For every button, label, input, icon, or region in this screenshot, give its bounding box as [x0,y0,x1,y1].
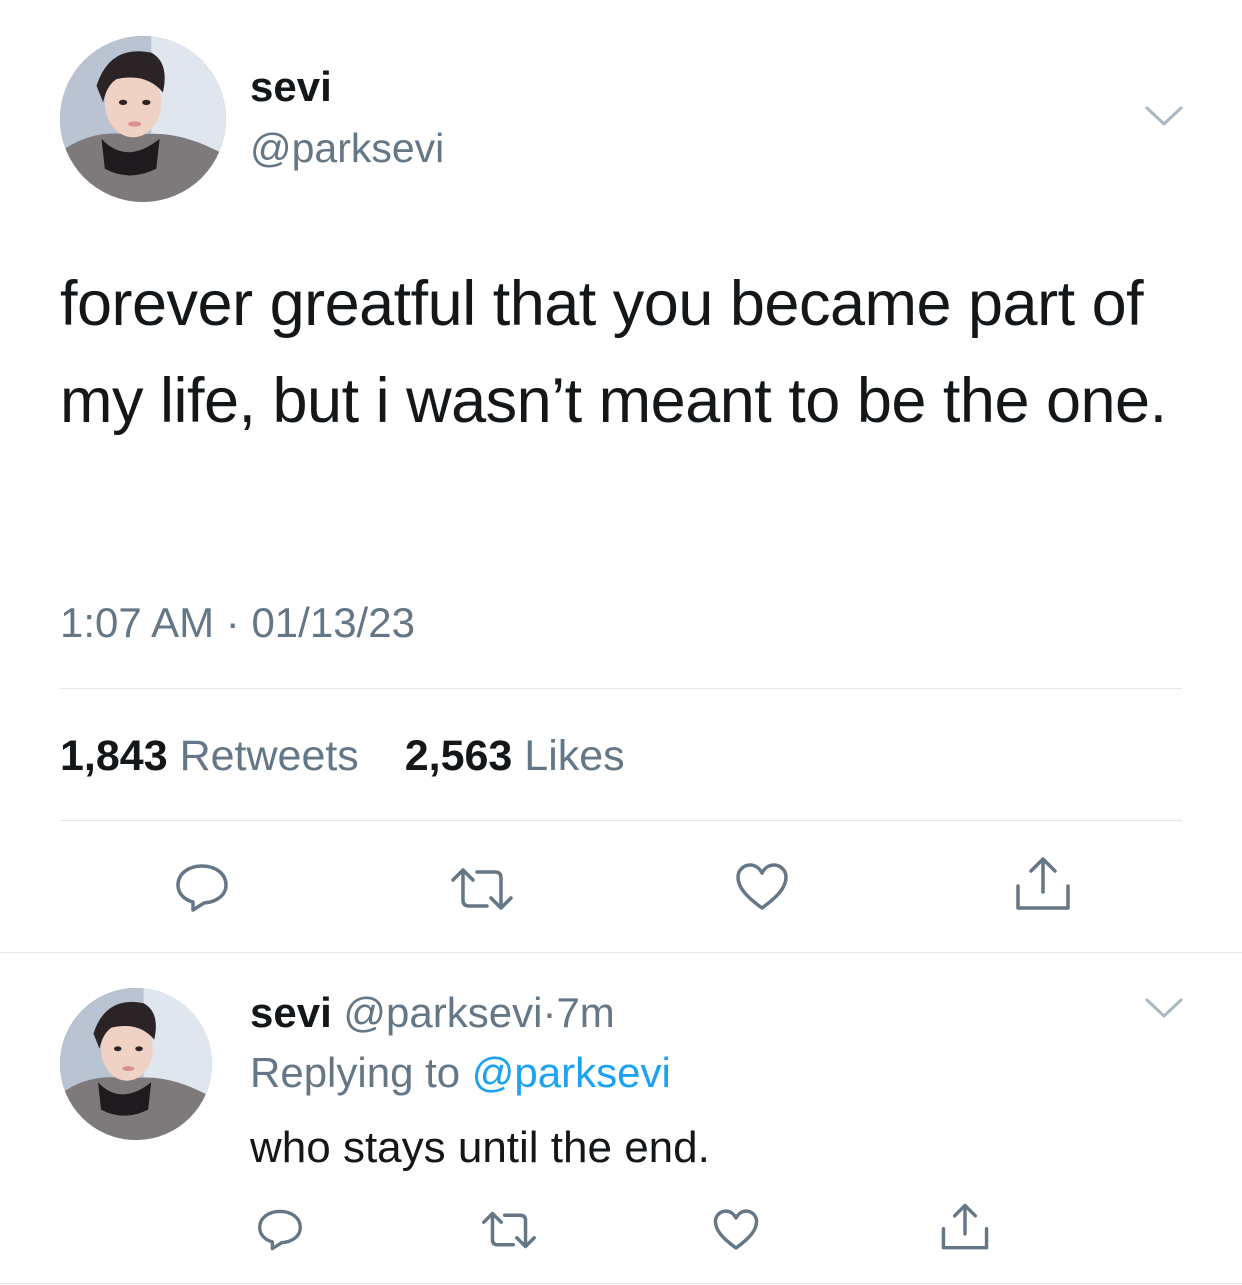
retweet-icon[interactable] [449,866,515,912]
reply-dot: · [542,989,557,1036]
retweets-label: Retweets [179,732,359,780]
tweet-date: 01/13/23 [251,599,415,646]
reply-author-avatar[interactable] [60,988,212,1140]
divider [60,820,1182,821]
tweet-timestamp[interactable]: 1:07 AM · 01/13/23 [60,602,415,644]
reply-icon[interactable] [174,862,230,914]
reply-age: 7m [556,989,615,1036]
timestamp-separator: · [225,599,240,646]
avatar-photo [60,988,212,1140]
author-display-name[interactable]: sevi [250,66,332,108]
author-handle[interactable]: @parksevi [250,128,444,169]
chevron-down-icon[interactable] [1144,996,1184,1020]
tweet-text: forever greatful that you became part of… [60,269,1167,436]
reply-handle[interactable]: @parksevi [343,989,542,1036]
avatar-photo [60,36,226,202]
like-icon[interactable] [712,1208,760,1252]
like-icon[interactable] [734,862,790,912]
tweet-stats: 1,843 Retweets 2,563 Likes [60,735,625,778]
divider [60,688,1182,689]
replying-prefix: Replying to [250,1049,461,1096]
chevron-down-icon[interactable] [1144,104,1184,128]
reply-display-name[interactable]: sevi [250,989,332,1036]
retweets-count: 1,843 [60,732,168,780]
retweets-stat[interactable]: 1,843 Retweets [60,732,371,780]
likes-stat[interactable]: 2,563 Likes [405,732,625,780]
likes-count: 2,563 [404,732,513,780]
author-avatar[interactable] [60,36,226,202]
reply-icon[interactable] [256,1208,304,1252]
reply-header: sevi @parksevi·7m [250,992,615,1034]
share-icon[interactable] [940,1202,990,1252]
share-icon[interactable] [1014,856,1072,912]
tweet-time: 1:07 AM [60,599,215,646]
replying-to-link[interactable]: @parksevi [472,1049,671,1096]
reply-text: who stays until the end. [250,1123,710,1172]
divider [0,952,1242,953]
replying-to: Replying to @parksevi [250,1052,671,1094]
likes-label: Likes [524,732,625,780]
divider [0,1283,1242,1284]
retweet-icon[interactable] [480,1210,538,1250]
